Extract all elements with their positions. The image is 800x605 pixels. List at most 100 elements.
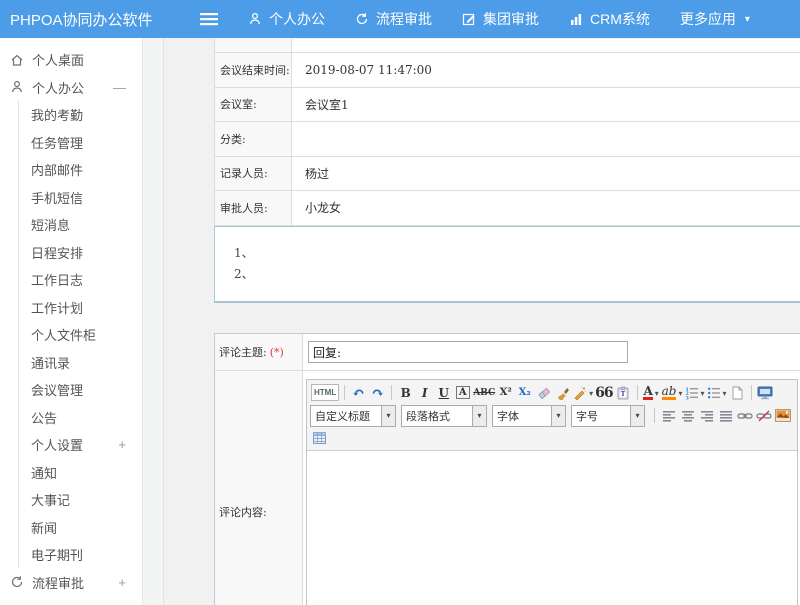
sidebar-item-task-management[interactable]: 任务管理 [19, 129, 142, 157]
caret-down-icon: ▾ [745, 14, 750, 25]
nav-label: 个人办公 [269, 9, 325, 29]
sidebar-item-internal-mail[interactable]: 内部邮件 [19, 156, 142, 184]
ordered-list-button[interactable]: 123▾ [685, 383, 705, 402]
table-row-category: 分类: [215, 122, 800, 157]
screen-icon [757, 386, 773, 400]
align-justify-button[interactable] [717, 406, 734, 425]
undo-icon[interactable]: ↶ [350, 383, 367, 402]
comment-subject-input[interactable] [308, 341, 628, 363]
font-family-select[interactable]: 字体▾ [492, 405, 566, 427]
nav-label: 集团审批 [483, 9, 539, 29]
highlight-color-button[interactable]: ab▾ [662, 383, 683, 402]
sidebar-item-mobile-sms[interactable]: 手机短信 [19, 184, 142, 212]
quick-format-button[interactable]: ▾ [573, 383, 593, 402]
table-row-recorder: 记录人员: 杨过 [215, 157, 800, 192]
paste-as-text-button[interactable]: T [615, 383, 632, 402]
blockquote-button[interactable]: 66 [595, 383, 612, 402]
caret-down-icon: ▾ [630, 406, 644, 426]
row-label: 分类: [215, 122, 292, 156]
italic-button[interactable]: I [416, 383, 433, 402]
meeting-notes-box: 1、 2、 [214, 226, 800, 303]
nav-group-approval[interactable]: 集团审批 [462, 9, 539, 29]
caret-down-icon: ▾ [678, 388, 682, 398]
eraser-icon [537, 386, 551, 400]
hamburger-icon [200, 12, 218, 26]
menu-toggle-button[interactable] [200, 11, 220, 27]
topbar: PHPOA协同办公软件 个人办公 流程审批 集团审批 CRM系统 更多应用 ▾ [0, 0, 800, 38]
fullscreen-button[interactable] [757, 383, 774, 402]
font-color-button[interactable]: A▾ [643, 383, 660, 402]
insert-image-button[interactable] [774, 406, 791, 425]
nav-workflow-approval[interactable]: 流程审批 [355, 9, 432, 29]
row-label: 审批人员: [215, 191, 292, 225]
insert-table-button[interactable] [311, 429, 328, 448]
table-row [215, 39, 800, 53]
sidebar-item-work-log[interactable]: 工作日志 [19, 266, 142, 294]
expand-icon[interactable]: + [118, 576, 126, 589]
format-painter-button[interactable] [554, 383, 571, 402]
row-value [292, 122, 800, 156]
editor-toolbar: HTML ↶ ↷ B I U A ABC X² [307, 380, 797, 451]
sidebar-item-personal-office[interactable]: 个人办公 — [0, 74, 142, 102]
sidebar: 个人桌面 个人办公 — 我的考勤 任务管理 内部邮件 手机短信 短消息 日程安排… [0, 38, 143, 605]
collapse-icon[interactable]: — [113, 81, 126, 94]
sidebar-item-contacts[interactable]: 通讯录 [19, 349, 142, 377]
image-icon [775, 409, 791, 422]
row-label: 记录人员: [215, 157, 292, 191]
sidebar-item-my-attendance[interactable]: 我的考勤 [19, 101, 142, 129]
align-right-button[interactable] [698, 406, 715, 425]
sidebar-item-meeting-management[interactable]: 会议管理 [19, 376, 142, 404]
sidebar-scrollbar[interactable] [143, 38, 164, 605]
editor-content-area[interactable] [307, 451, 797, 605]
underline-button[interactable]: U [435, 383, 452, 402]
redo-icon[interactable]: ↷ [369, 383, 386, 402]
sidebar-item-notice[interactable]: 通知 [19, 459, 142, 487]
unordered-list-icon [707, 386, 721, 400]
new-page-button[interactable] [729, 383, 746, 402]
row-label: 会议室: [215, 88, 292, 122]
font-size-select[interactable]: 字号▾ [571, 405, 645, 427]
heading-select[interactable]: 自定义标题▾ [310, 405, 396, 427]
sidebar-item-personal-file-cabinet[interactable]: 个人文件柜 [19, 321, 142, 349]
row-label: 会议结束时间: [215, 53, 292, 87]
sidebar-item-work-plan[interactable]: 工作计划 [19, 294, 142, 322]
sidebar-item-personal-settings[interactable]: 个人设置+ [19, 431, 142, 459]
row-value: 小龙女 [292, 191, 800, 225]
sidebar-item-major-events[interactable]: 大事记 [19, 486, 142, 514]
sidebar-item-personal-desktop[interactable]: 个人桌面 [0, 46, 142, 74]
sidebar-item-short-message[interactable]: 短消息 [19, 211, 142, 239]
table-row-meeting-room: 会议室: 会议室1 [215, 88, 800, 123]
nav-label: 更多应用 [680, 9, 736, 29]
paragraph-format-select[interactable]: 段落格式▾ [401, 405, 487, 427]
comment-content-row: 评论内容: HTML ↶ ↷ B I U [215, 371, 800, 605]
align-left-button[interactable] [660, 406, 677, 425]
row-value: 会议室1 [292, 88, 800, 122]
font-border-button[interactable]: A [454, 383, 471, 402]
nav-personal-office[interactable]: 个人办公 [248, 9, 325, 29]
expand-icon[interactable]: + [118, 438, 126, 451]
upload-image-button[interactable] [793, 406, 794, 425]
strikethrough-button[interactable]: ABC [473, 383, 495, 402]
sidebar-item-schedule[interactable]: 日程安排 [19, 239, 142, 267]
nav-crm-system[interactable]: CRM系统 [569, 9, 650, 29]
clipboard-icon: T [616, 386, 630, 400]
insert-link-button[interactable] [736, 406, 753, 425]
comment-subject-label: 评论主题: [219, 344, 267, 360]
align-center-button[interactable] [679, 406, 696, 425]
caret-down-icon: ▾ [381, 406, 395, 426]
bold-button[interactable]: B [397, 383, 414, 402]
unordered-list-button[interactable]: ▾ [707, 383, 727, 402]
subscript-button[interactable]: X₂ [516, 383, 533, 402]
app-title: PHPOA协同办公软件 [0, 9, 188, 30]
remove-link-button[interactable] [755, 406, 772, 425]
sidebar-item-announcement[interactable]: 公告 [19, 404, 142, 432]
sidebar-item-workflow-approval[interactable]: 流程审批 + [0, 569, 142, 597]
nav-more-apps[interactable]: 更多应用 ▾ [680, 9, 750, 29]
sidebar-item-e-journal[interactable]: 电子期刊 [19, 541, 142, 569]
sidebar-item-label: 个人桌面 [32, 50, 84, 69]
source-code-button[interactable]: HTML [311, 384, 339, 401]
superscript-button[interactable]: X² [497, 383, 514, 402]
sidebar-item-news[interactable]: 新闻 [19, 514, 142, 542]
align-left-icon [662, 409, 676, 423]
remove-format-button[interactable] [535, 383, 552, 402]
